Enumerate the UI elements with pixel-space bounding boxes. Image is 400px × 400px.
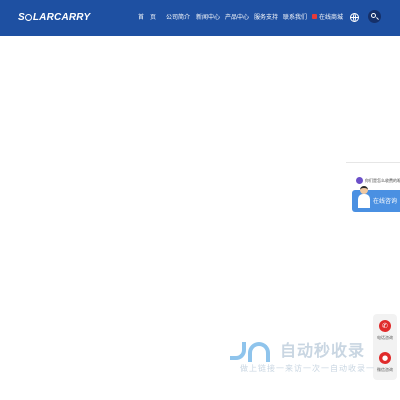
side-contact-panel: ✆ 电话咨询 ● 微信咨询 (373, 314, 397, 380)
consult-prompt-text: 你们是怎么收费的呢 (365, 178, 400, 183)
divider (346, 162, 400, 163)
phone-icon-glyph: ✆ (382, 322, 388, 330)
wechat-icon: ● (379, 352, 391, 364)
side-item-phone[interactable]: ✆ 电话咨询 (373, 316, 397, 344)
watermark-subtitle: 做上链接一来访一次一自动收录一 (240, 364, 375, 373)
online-shop-label: 在线商城 (319, 14, 344, 21)
online-consult-label: 在线咨询 (373, 198, 398, 205)
agent-avatar (357, 186, 371, 208)
cart-icon (312, 14, 317, 19)
nav-item-support[interactable]: 服务支持 (254, 13, 278, 23)
search-icon-handle (376, 17, 379, 20)
consult-prompt[interactable]: 你们是怎么收费的呢 (356, 176, 400, 186)
side-item-wechat-label: 微信咨询 (377, 367, 393, 372)
nav-item-products[interactable]: 产品中心 (225, 13, 249, 23)
top-navigation-bar: S LARCARRY 首 页 公司简介 新闻中心 产品中心 服务支持 联系我们 在… (0, 0, 400, 36)
nav-item-news[interactable]: 新闻中心 (196, 13, 220, 23)
watermark-logo-j (230, 342, 246, 360)
wechat-icon-glyph: ● (381, 354, 389, 362)
watermark-logo-mark (230, 340, 274, 362)
watermark-title: 自动秒收录 (280, 341, 366, 360)
agent-avatar-body (358, 194, 370, 208)
online-consult-button[interactable]: 在线咨询 (352, 186, 400, 212)
online-shop-link[interactable]: 在线商城 (312, 13, 343, 23)
phone-icon: ✆ (379, 320, 391, 332)
agent-avatar-head (360, 186, 368, 194)
nav-item-home[interactable]: 首 页 (138, 13, 156, 23)
chat-bubble-icon (356, 177, 363, 184)
globe-icon[interactable] (350, 13, 359, 22)
watermark-logo-arc (248, 342, 270, 362)
side-item-wechat[interactable]: ● 微信咨询 (373, 348, 397, 376)
nav-item-contact[interactable]: 联系我们 (283, 13, 307, 23)
nav-item-about[interactable]: 公司简介 (166, 13, 190, 23)
side-item-phone-label: 电话咨询 (377, 335, 393, 340)
search-button[interactable] (368, 10, 381, 23)
